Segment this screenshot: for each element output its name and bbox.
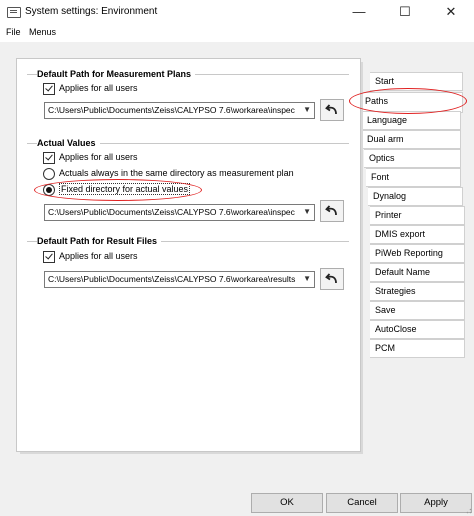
title-bar[interactable]: System settings: Environment — ☐ ✕ [0,0,474,24]
resize-grip-icon[interactable] [464,506,472,514]
chevron-down-icon: ▼ [303,105,311,114]
radio-same-directory[interactable]: Actuals always in the same directory as … [43,168,343,180]
menu-file[interactable]: File [6,27,21,37]
tab-piweb-reporting[interactable]: PiWeb Reporting [370,244,465,263]
tab-pcm[interactable]: PCM [370,339,465,358]
app-icon [7,7,21,18]
tab-dmis-export[interactable]: DMIS export [370,225,465,244]
window-title: System settings: Environment [25,6,158,17]
applies-all-users-checkbox-3[interactable]: Applies for all users [43,251,243,263]
minimize-button[interactable]: — [336,0,382,24]
applies-all-users-checkbox-1[interactable]: Applies for all users [43,83,243,95]
section-title-result-files: Default Path for Result Files [37,236,162,246]
tab-save[interactable]: Save [370,301,465,320]
menu-bar: File Menus [0,24,474,42]
maximize-button[interactable]: ☐ [382,0,428,24]
tab-autoclose[interactable]: AutoClose [370,320,465,339]
section-title-measurement-plans: Default Path for Measurement Plans [37,69,196,79]
actual-values-path-select[interactable]: C:\Users\Public\Documents\Zeiss\CALYPSO … [44,204,315,221]
undo-icon [325,205,337,216]
undo-icon [325,273,337,284]
checkbox-checked[interactable] [43,152,55,164]
close-button[interactable]: ✕ [428,0,474,24]
radio-unselected[interactable] [43,168,55,180]
checkbox-label: Applies for all users [59,83,138,93]
result-files-path-select[interactable]: C:\Users\Public\Documents\Zeiss\CALYPSO … [44,271,315,288]
annotation-circle-paths [349,88,467,114]
apply-button[interactable]: Apply [400,493,472,513]
checkbox-checked[interactable] [43,83,55,95]
path-value: C:\Users\Public\Documents\Zeiss\CALYPSO … [48,274,296,284]
path-value: C:\Users\Public\Documents\Zeiss\CALYPSO … [48,207,295,217]
tab-printer[interactable]: Printer [370,206,465,225]
tab-dynalog[interactable]: Dynalog [368,187,463,206]
reset-path-button-2[interactable] [320,200,344,222]
tab-font[interactable]: Font [366,168,461,187]
reset-path-button-1[interactable] [320,99,344,121]
chevron-down-icon: ▼ [303,207,311,216]
cancel-button[interactable]: Cancel [326,493,398,513]
tab-strip: Start Paths Language Dual arm Optics Fon… [360,68,466,456]
chevron-down-icon: ▼ [303,274,311,283]
undo-icon [325,104,337,115]
radio-label: Actuals always in the same directory as … [59,168,294,178]
path-value: C:\Users\Public\Documents\Zeiss\CALYPSO … [48,105,295,115]
section-title-actual-values: Actual Values [37,138,100,148]
menu-menus[interactable]: Menus [29,27,56,37]
tab-optics[interactable]: Optics [364,149,461,168]
tab-default-name[interactable]: Default Name [370,263,465,282]
applies-all-users-checkbox-2[interactable]: Applies for all users [43,152,243,164]
tab-strategies[interactable]: Strategies [370,282,465,301]
annotation-circle-fixed-directory [34,179,202,201]
ok-button[interactable]: OK [251,493,323,513]
checkbox-label: Applies for all users [59,152,138,162]
tab-dual-arm[interactable]: Dual arm [362,130,461,149]
reset-path-button-3[interactable] [320,268,344,290]
settings-panel: Default Path for Measurement Plans Appli… [16,58,361,452]
checkbox-checked[interactable] [43,251,55,263]
measurement-plans-path-select[interactable]: C:\Users\Public\Documents\Zeiss\CALYPSO … [44,102,315,119]
checkbox-label: Applies for all users [59,251,138,261]
